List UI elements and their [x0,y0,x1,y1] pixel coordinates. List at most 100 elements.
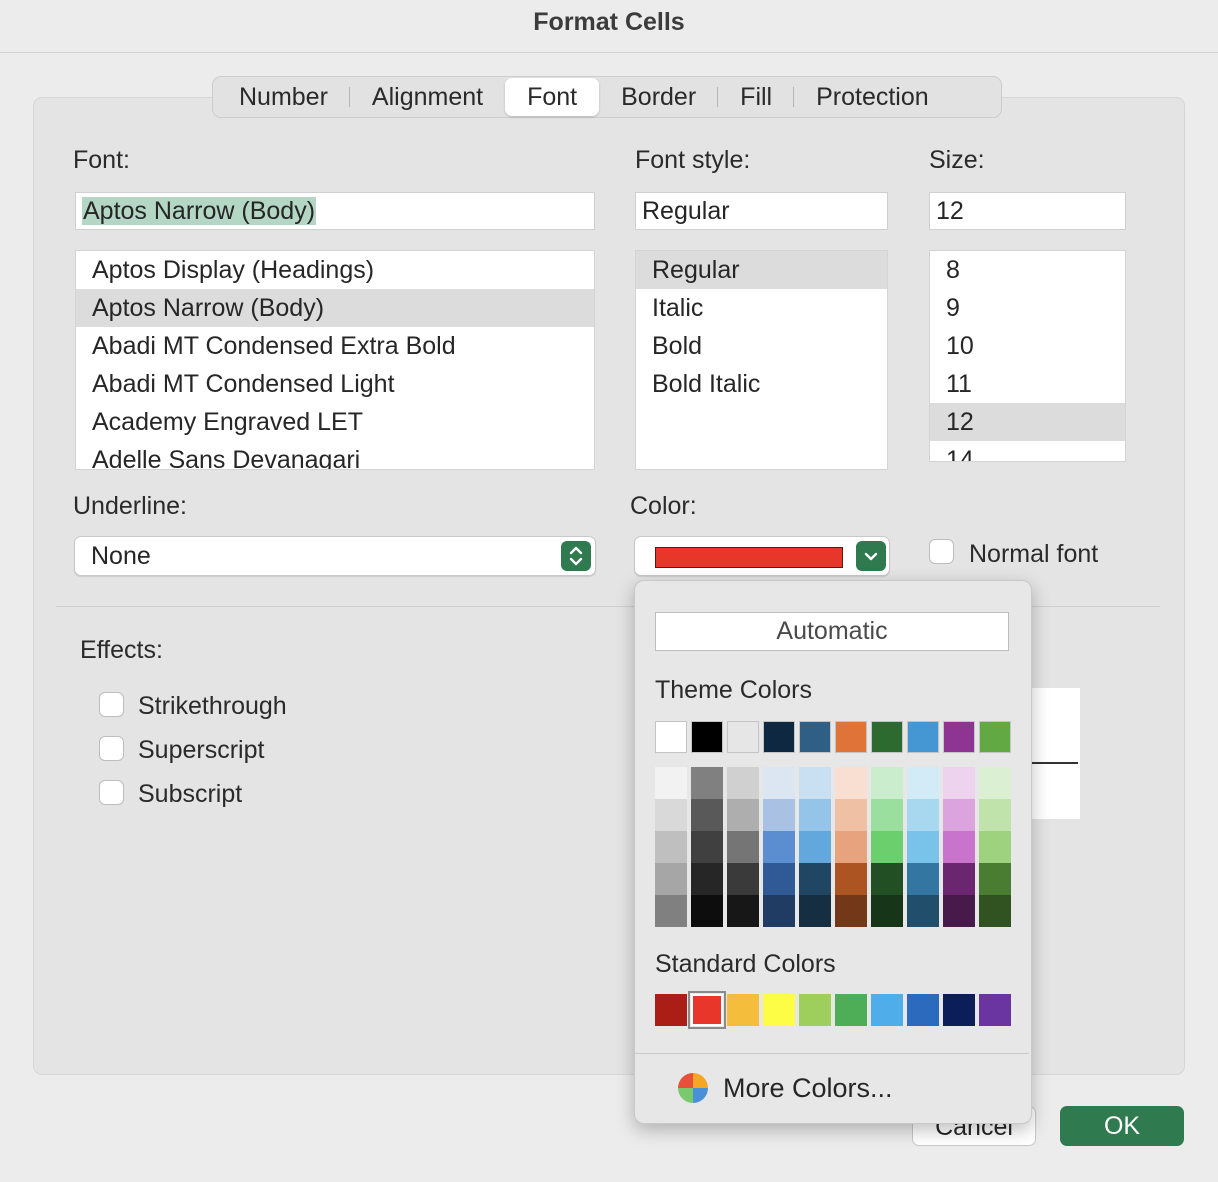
ok-button[interactable]: OK [1060,1106,1184,1146]
theme-shade-swatch[interactable] [979,767,1011,799]
font-list[interactable]: Aptos Display (Headings) Aptos Narrow (B… [75,250,595,470]
theme-shade-swatch[interactable] [655,863,687,895]
theme-shade-swatch[interactable] [835,799,867,831]
tab-fill[interactable]: Fill [718,78,795,116]
normal-font-checkbox[interactable] [929,539,954,564]
font-list-item[interactable]: Abadi MT Condensed Extra Bold [76,327,594,365]
font-style-field[interactable]: Regular [635,192,888,230]
theme-shade-swatch[interactable] [799,895,831,927]
theme-shade-swatch[interactable] [763,863,795,895]
font-list-item[interactable]: Adelle Sans Devanagari [76,441,594,469]
theme-shade-swatch[interactable] [727,767,759,799]
theme-shade-swatch[interactable] [727,831,759,863]
standard-color-swatch-selected[interactable] [688,991,726,1029]
theme-shade-swatch[interactable] [979,863,1011,895]
theme-shade-swatch[interactable] [763,767,795,799]
standard-color-swatch[interactable] [943,994,975,1026]
more-colors-button[interactable]: More Colors... [677,1068,937,1108]
theme-shade-swatch[interactable] [655,831,687,863]
theme-shade-swatch[interactable] [979,895,1011,927]
font-style-list[interactable]: Regular Italic Bold Bold Italic [635,250,888,470]
color-popup[interactable] [634,536,890,576]
superscript-checkbox[interactable] [99,736,124,761]
theme-shade-swatch[interactable] [727,799,759,831]
theme-shade-swatch[interactable] [835,767,867,799]
font-list-item[interactable]: Abadi MT Condensed Light [76,365,594,403]
theme-shade-swatch[interactable] [871,767,903,799]
theme-shade-swatch[interactable] [727,863,759,895]
theme-shade-swatch[interactable] [691,863,723,895]
theme-color-swatch[interactable] [691,721,723,753]
theme-color-swatch[interactable] [871,721,903,753]
theme-shade-swatch[interactable] [907,895,939,927]
tab-border[interactable]: Border [599,78,719,116]
size-item[interactable]: 14 [930,441,1125,461]
theme-shade-swatch[interactable] [691,895,723,927]
standard-color-swatch[interactable] [799,994,831,1026]
theme-shade-swatch[interactable] [655,895,687,927]
tab-protection[interactable]: Protection [794,78,951,116]
size-item[interactable]: 10 [930,327,1125,365]
theme-shade-swatch[interactable] [907,799,939,831]
theme-shade-swatch[interactable] [655,799,687,831]
theme-color-swatch[interactable] [727,721,759,753]
font-list-item[interactable]: Academy Engraved LET [76,403,594,441]
font-list-item-selected[interactable]: Aptos Narrow (Body) [76,289,594,327]
theme-color-swatch[interactable] [907,721,939,753]
theme-shade-swatch[interactable] [763,895,795,927]
theme-color-swatch[interactable] [979,721,1011,753]
theme-color-swatch[interactable] [799,721,831,753]
theme-shade-swatch[interactable] [979,799,1011,831]
underline-popup[interactable]: None [74,536,596,576]
theme-shade-swatch[interactable] [763,831,795,863]
standard-color-swatch[interactable] [907,994,939,1026]
theme-shade-swatch[interactable] [727,895,759,927]
theme-shade-swatch[interactable] [871,799,903,831]
theme-shade-swatch[interactable] [655,767,687,799]
font-list-item[interactable]: Aptos Display (Headings) [76,251,594,289]
font-name-field[interactable]: Aptos Narrow (Body) [75,192,595,230]
size-list[interactable]: 8 9 10 11 12 14 [929,250,1126,462]
font-style-item-selected[interactable]: Regular [636,251,887,289]
theme-shade-swatch[interactable] [943,863,975,895]
font-style-item[interactable]: Bold Italic [636,365,887,403]
subscript-checkbox[interactable] [99,780,124,805]
theme-shade-swatch[interactable] [871,895,903,927]
theme-shade-swatch[interactable] [835,863,867,895]
theme-shade-swatch[interactable] [907,767,939,799]
tab-number[interactable]: Number [215,78,350,116]
standard-color-swatch[interactable] [655,994,687,1026]
theme-shade-swatch[interactable] [907,863,939,895]
size-field[interactable]: 12 [929,192,1126,230]
standard-color-swatch[interactable] [871,994,903,1026]
theme-shade-swatch[interactable] [799,863,831,895]
theme-shade-swatch[interactable] [979,831,1011,863]
tab-font[interactable]: Font [505,78,600,116]
theme-shade-swatch[interactable] [691,831,723,863]
strikethrough-checkbox[interactable] [99,692,124,717]
size-item[interactable]: 11 [930,365,1125,403]
automatic-color-button[interactable]: Automatic [655,612,1009,651]
theme-color-swatch[interactable] [835,721,867,753]
theme-shade-swatch[interactable] [835,895,867,927]
theme-shade-swatch[interactable] [799,767,831,799]
tab-alignment[interactable]: Alignment [350,78,505,116]
theme-shade-swatch[interactable] [871,863,903,895]
theme-shade-swatch[interactable] [691,767,723,799]
theme-shade-swatch[interactable] [691,799,723,831]
size-item[interactable]: 9 [930,289,1125,327]
theme-shade-swatch[interactable] [943,767,975,799]
theme-shade-swatch[interactable] [799,799,831,831]
theme-shade-swatch[interactable] [943,799,975,831]
theme-color-swatch[interactable] [943,721,975,753]
theme-shade-swatch[interactable] [763,799,795,831]
standard-color-swatch[interactable] [727,994,759,1026]
font-style-item[interactable]: Italic [636,289,887,327]
theme-color-swatch[interactable] [763,721,795,753]
standard-color-swatch[interactable] [979,994,1011,1026]
theme-color-swatch[interactable] [655,721,687,753]
theme-shade-swatch[interactable] [871,831,903,863]
font-style-item[interactable]: Bold [636,327,887,365]
standard-color-swatch[interactable] [835,994,867,1026]
size-item[interactable]: 8 [930,251,1125,289]
